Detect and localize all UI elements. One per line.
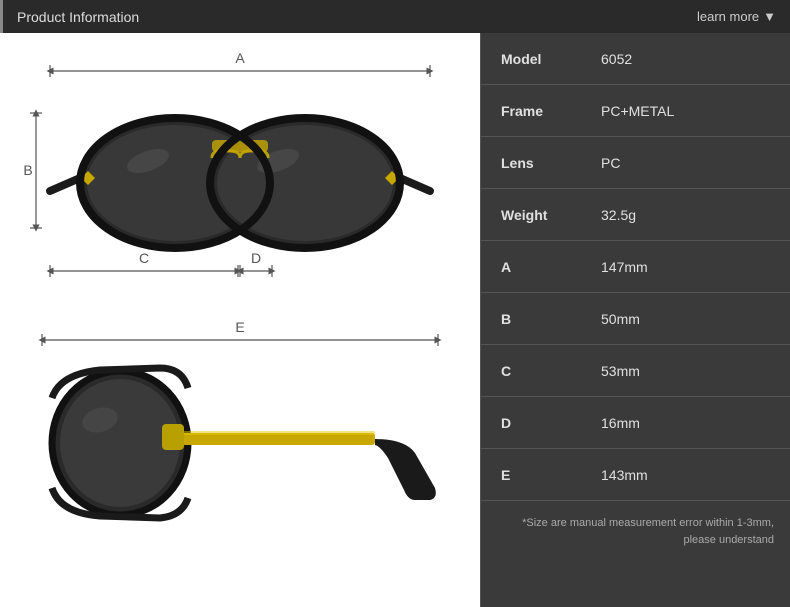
spec-label-a: A <box>481 259 591 275</box>
spec-value-frame: PC+METAL <box>591 103 790 119</box>
spec-value-d: 16mm <box>591 415 790 431</box>
spec-row: D16mm <box>481 397 790 449</box>
svg-text:A: A <box>235 50 245 66</box>
side-view-diagram: E <box>20 313 460 543</box>
spec-label-model: Model <box>481 51 591 67</box>
side-view-svg: E <box>20 318 460 538</box>
spec-row: E143mm <box>481 449 790 501</box>
main-content: A B <box>0 33 790 607</box>
spec-value-weight: 32.5g <box>591 207 790 223</box>
spec-row: Weight32.5g <box>481 189 790 241</box>
front-view-diagram: A B <box>20 43 460 313</box>
spec-value-a: 147mm <box>591 259 790 275</box>
svg-text:C: C <box>139 250 149 266</box>
spec-row: Model6052 <box>481 33 790 85</box>
measurement-note: *Size are manual measurement error withi… <box>481 505 790 558</box>
spec-label-e: E <box>481 467 591 483</box>
spec-value-b: 50mm <box>591 311 790 327</box>
specs-panel: Model6052FramePC+METALLensPCWeight32.5gA… <box>480 33 790 607</box>
spec-row: B50mm <box>481 293 790 345</box>
spec-value-c: 53mm <box>591 363 790 379</box>
spec-label-frame: Frame <box>481 103 591 119</box>
learn-more-label: learn more <box>697 9 759 24</box>
spec-label-lens: Lens <box>481 155 591 171</box>
page-header: Product Information learn more ▼ <box>0 0 790 33</box>
page-title: Product Information <box>17 9 139 25</box>
diagram-panel: A B <box>0 33 480 607</box>
learn-more-button[interactable]: learn more ▼ <box>697 9 776 24</box>
spec-value-model: 6052 <box>591 51 790 67</box>
svg-text:D: D <box>251 250 261 266</box>
spec-table: Model6052FramePC+METALLensPCWeight32.5gA… <box>481 33 790 501</box>
svg-text:E: E <box>235 319 244 335</box>
spec-label-d: D <box>481 415 591 431</box>
spec-value-lens: PC <box>591 155 790 171</box>
spec-row: FramePC+METAL <box>481 85 790 137</box>
spec-row: A147mm <box>481 241 790 293</box>
dropdown-icon: ▼ <box>763 9 776 24</box>
spec-label-b: B <box>481 311 591 327</box>
svg-text:B: B <box>23 162 32 178</box>
front-view-svg: A B <box>20 43 460 313</box>
spec-row: C53mm <box>481 345 790 397</box>
spec-row: LensPC <box>481 137 790 189</box>
spec-label-c: C <box>481 363 591 379</box>
spec-label-weight: Weight <box>481 207 591 223</box>
spec-value-e: 143mm <box>591 467 790 483</box>
